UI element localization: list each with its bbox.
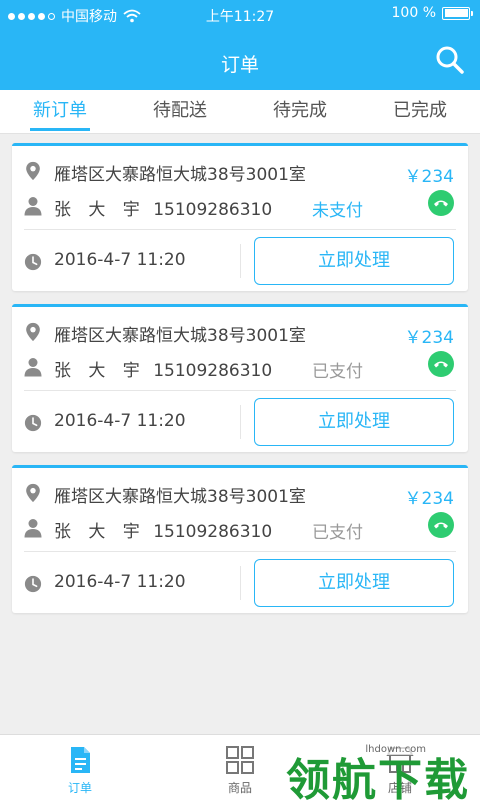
- order-address: 雁塔区大寨路恒大城38号3001室: [54, 165, 306, 185]
- grid-icon: [226, 746, 254, 774]
- card-divider: [24, 551, 456, 552]
- phone-icon: [434, 522, 448, 529]
- order-time: 2016-4-7 11:20: [54, 572, 186, 592]
- phone-icon: [434, 200, 448, 207]
- payment-status: 已支付: [312, 362, 363, 382]
- order-address: 雁塔区大寨路恒大城38号3001室: [54, 326, 306, 346]
- order-card: 雁塔区大寨路恒大城38号3001室 ￥234 张 大 宇 15109286310…: [12, 143, 468, 291]
- order-price: ￥234: [404, 167, 454, 187]
- process-now-button[interactable]: 立即处理: [254, 237, 454, 285]
- payment-status: 已支付: [312, 523, 363, 543]
- person-icon: [24, 358, 42, 377]
- page-title: 订单: [220, 54, 259, 76]
- watermark: 领航下载 lhdown.com: [280, 740, 470, 800]
- order-price: ￥234: [404, 489, 454, 509]
- call-button[interactable]: [428, 190, 454, 216]
- location-pin-icon: [26, 161, 40, 181]
- customer-info: 张 大 宇 15109286310: [54, 517, 272, 542]
- order-card: 雁塔区大寨路恒大城38号3001室 ￥234 张 大 宇 15109286310…: [12, 304, 468, 452]
- customer-name: 张 大 宇: [54, 361, 146, 381]
- customer-info: 张 大 宇 15109286310: [54, 356, 272, 381]
- status-bar: 中国移动 上午11:27 100 %: [0, 0, 480, 30]
- tab-pending-delivery[interactable]: 待配送: [120, 90, 240, 133]
- tab-completed[interactable]: 已完成: [360, 90, 480, 133]
- card-divider: [24, 390, 456, 391]
- customer-info: 张 大 宇 15109286310: [54, 195, 272, 220]
- battery-icon: [442, 6, 473, 20]
- battery-label: 100 %: [391, 5, 436, 21]
- location-pin-icon: [26, 322, 40, 342]
- order-address: 雁塔区大寨路恒大城38号3001室: [54, 487, 306, 507]
- order-card: 雁塔区大寨路恒大城38号3001室 ￥234 张 大 宇 15109286310…: [12, 465, 468, 613]
- customer-phone: 15109286310: [153, 522, 273, 542]
- bottom-nav-label: 订单: [67, 781, 92, 795]
- card-vertical-divider: [240, 405, 241, 439]
- card-vertical-divider: [240, 566, 241, 600]
- search-icon: [436, 46, 464, 74]
- location-pin-icon: [26, 483, 40, 503]
- bottom-nav-orders[interactable]: 订单: [0, 735, 160, 800]
- process-now-button[interactable]: 立即处理: [254, 398, 454, 446]
- payment-status: 未支付: [312, 201, 363, 221]
- person-icon: [24, 197, 42, 216]
- search-button[interactable]: [434, 44, 466, 76]
- clock-icon: [24, 575, 42, 593]
- order-tabs: 新订单 待配送 待完成 已完成: [0, 90, 480, 134]
- phone-icon: [434, 361, 448, 368]
- card-vertical-divider: [240, 244, 241, 278]
- customer-phone: 15109286310: [153, 361, 273, 381]
- app-header: 中国移动 上午11:27 100 % 订单: [0, 0, 480, 90]
- process-now-button[interactable]: 立即处理: [254, 559, 454, 607]
- clock-icon: [24, 253, 42, 271]
- document-icon: [71, 747, 90, 773]
- customer-name: 张 大 宇: [54, 522, 146, 542]
- customer-name: 张 大 宇: [54, 200, 146, 220]
- tab-new-orders[interactable]: 新订单: [0, 90, 120, 133]
- card-divider: [24, 229, 456, 230]
- order-price: ￥234: [404, 328, 454, 348]
- order-time: 2016-4-7 11:20: [54, 250, 186, 270]
- order-list: 雁塔区大寨路恒大城38号3001室 ￥234 张 大 宇 15109286310…: [12, 143, 468, 626]
- order-time: 2016-4-7 11:20: [54, 411, 186, 431]
- call-button[interactable]: [428, 512, 454, 538]
- tab-pending-completion[interactable]: 待完成: [240, 90, 360, 133]
- status-bar-right: 100 %: [391, 5, 473, 21]
- call-button[interactable]: [428, 351, 454, 377]
- clock-icon: [24, 414, 42, 432]
- watermark-url: lhdown.com: [365, 744, 426, 755]
- person-icon: [24, 519, 42, 538]
- customer-phone: 15109286310: [153, 200, 273, 220]
